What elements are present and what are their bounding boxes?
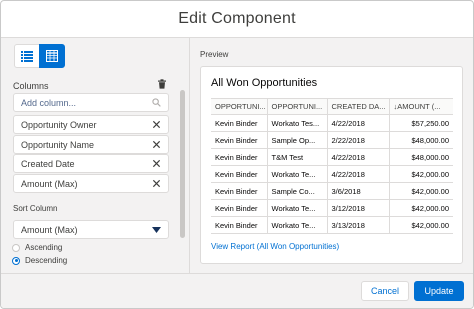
properties-panel: Columns Add column... Opportunity Owner … — [1, 38, 190, 273]
report-title: All Won Opportunities — [211, 77, 318, 89]
columns-label: Columns — [13, 81, 49, 91]
edit-component-modal: Edit Component Columns Add column... Opp… — [0, 0, 474, 309]
modal-header: Edit Component — [1, 1, 473, 38]
table-cell: Kevin Binder — [211, 199, 267, 217]
table-row: Kevin Binder Workato Te... 3/13/2018 $42,00… — [211, 216, 453, 234]
sort-descending-option[interactable]: Descending — [12, 256, 67, 265]
table-cell: Kevin Binder — [211, 165, 267, 183]
preview-card: All Won Opportunities OPPORTUNI... OPPOR… — [200, 66, 463, 264]
chevron-down-icon — [152, 226, 161, 233]
table-cell: 3/13/2018 — [326, 216, 389, 234]
table-view-button[interactable] — [39, 44, 65, 68]
sort-column-label: Sort Column — [13, 204, 58, 213]
preview-panel: Preview All Won Opportunities OPPORTUNI.… — [190, 38, 473, 273]
column-pill-amount-max: Amount (Max) — [13, 174, 169, 193]
table-row: Kevin Binder Workato Te... 4/22/2018 $42,00… — [211, 165, 453, 183]
table-cell: Workato Te... — [266, 165, 327, 183]
remove-column-icon[interactable] — [152, 140, 161, 149]
table-cell: T&M Test — [266, 148, 327, 166]
table-cell: $42,000.00 — [388, 216, 453, 234]
table-row: Kevin Binder Workato Tes... 4/22/2018 $57,2… — [211, 114, 453, 132]
column-pill-label: Opportunity Owner — [21, 119, 97, 130]
table-cell: $48,000.00 — [388, 148, 453, 166]
table-cell: Workato Te... — [266, 216, 327, 234]
column-header[interactable]: CREATED DA... — [326, 98, 389, 115]
remove-column-icon[interactable] — [152, 159, 161, 168]
add-column-placeholder: Add column... — [21, 97, 77, 108]
table-cell: 2/22/2018 — [326, 131, 389, 149]
column-header-sorted[interactable]: ↓AMOUNT (... — [388, 98, 453, 115]
list-icon — [21, 50, 33, 62]
trash-icon[interactable] — [157, 79, 167, 89]
table-cell: Workato Tes... — [266, 114, 327, 132]
cancel-button[interactable]: Cancel — [361, 281, 409, 301]
view-toggle — [14, 44, 65, 68]
table-row: Kevin Binder Workato Te... 3/12/2018 $42,00… — [211, 199, 453, 217]
table-cell: $57,250.00 — [388, 114, 453, 132]
sort-ascending-label: Ascending — [25, 243, 63, 252]
column-header[interactable]: OPPORTUNI... — [211, 98, 267, 115]
table-cell: Kevin Binder — [211, 182, 267, 200]
sort-column-value: Amount (Max) — [21, 224, 78, 235]
modal-footer: Cancel Update — [1, 273, 473, 308]
table-cell: Kevin Binder — [211, 114, 267, 132]
sort-descending-label: Descending — [25, 256, 68, 265]
preview-label: Preview — [200, 50, 229, 59]
add-column-input[interactable]: Add column... — [13, 93, 169, 112]
panel-scrollbar[interactable] — [180, 90, 185, 238]
table-cell: 4/22/2018 — [326, 148, 389, 166]
table-cell: Workato Te... — [266, 199, 327, 217]
column-pill-opportunity-name: Opportunity Name — [13, 135, 169, 154]
report-table: OPPORTUNI... OPPORTUNI... CREATED DA... … — [211, 98, 453, 234]
remove-column-icon[interactable] — [152, 120, 161, 129]
sort-ascending-option[interactable]: Ascending — [12, 243, 62, 252]
sort-column-select[interactable]: Amount (Max) — [13, 220, 169, 239]
column-header[interactable]: OPPORTUNI... — [266, 98, 327, 115]
table-cell: $42,000.00 — [388, 182, 453, 200]
table-cell: Kevin Binder — [211, 148, 267, 166]
table-cell: 4/22/2018 — [326, 165, 389, 183]
table-header-row: OPPORTUNI... OPPORTUNI... CREATED DA... … — [211, 98, 453, 115]
search-icon — [152, 98, 161, 107]
table-cell: $42,000.00 — [388, 165, 453, 183]
modal-title: Edit Component — [178, 10, 296, 27]
table-row: Kevin Binder Sample Co... 3/6/2018 $42,000.… — [211, 182, 453, 200]
column-pill-label: Opportunity Name — [21, 139, 95, 150]
remove-column-icon[interactable] — [152, 179, 161, 188]
radio-descending[interactable] — [12, 256, 20, 265]
table-cell: Sample Co... — [266, 182, 327, 200]
table-cell: $42,000.00 — [388, 199, 453, 217]
update-button[interactable]: Update — [414, 281, 464, 301]
list-view-button[interactable] — [14, 44, 40, 68]
table-cell: Kevin Binder — [211, 216, 267, 234]
view-report-link[interactable]: View Report (All Won Opportunities) — [211, 242, 339, 251]
column-pill-created-date: Created Date — [13, 154, 169, 173]
table-cell: 3/12/2018 — [326, 199, 389, 217]
column-pill-label: Amount (Max) — [21, 178, 78, 189]
table-cell: $48,000.00 — [388, 131, 453, 149]
table-row: Kevin Binder Sample Op... 2/22/2018 $48,000… — [211, 131, 453, 149]
radio-ascending[interactable] — [12, 243, 20, 252]
column-pill-label: Created Date — [21, 158, 75, 169]
column-pill-opportunity-owner: Opportunity Owner — [13, 115, 169, 134]
table-row: Kevin Binder T&M Test 4/22/2018 $48,000.00 — [211, 148, 453, 166]
table-cell: Kevin Binder — [211, 131, 267, 149]
table-cell: 4/22/2018 — [326, 114, 389, 132]
table-cell: 3/6/2018 — [326, 182, 389, 200]
table-cell: Sample Op... — [266, 131, 327, 149]
table-icon — [46, 50, 58, 62]
